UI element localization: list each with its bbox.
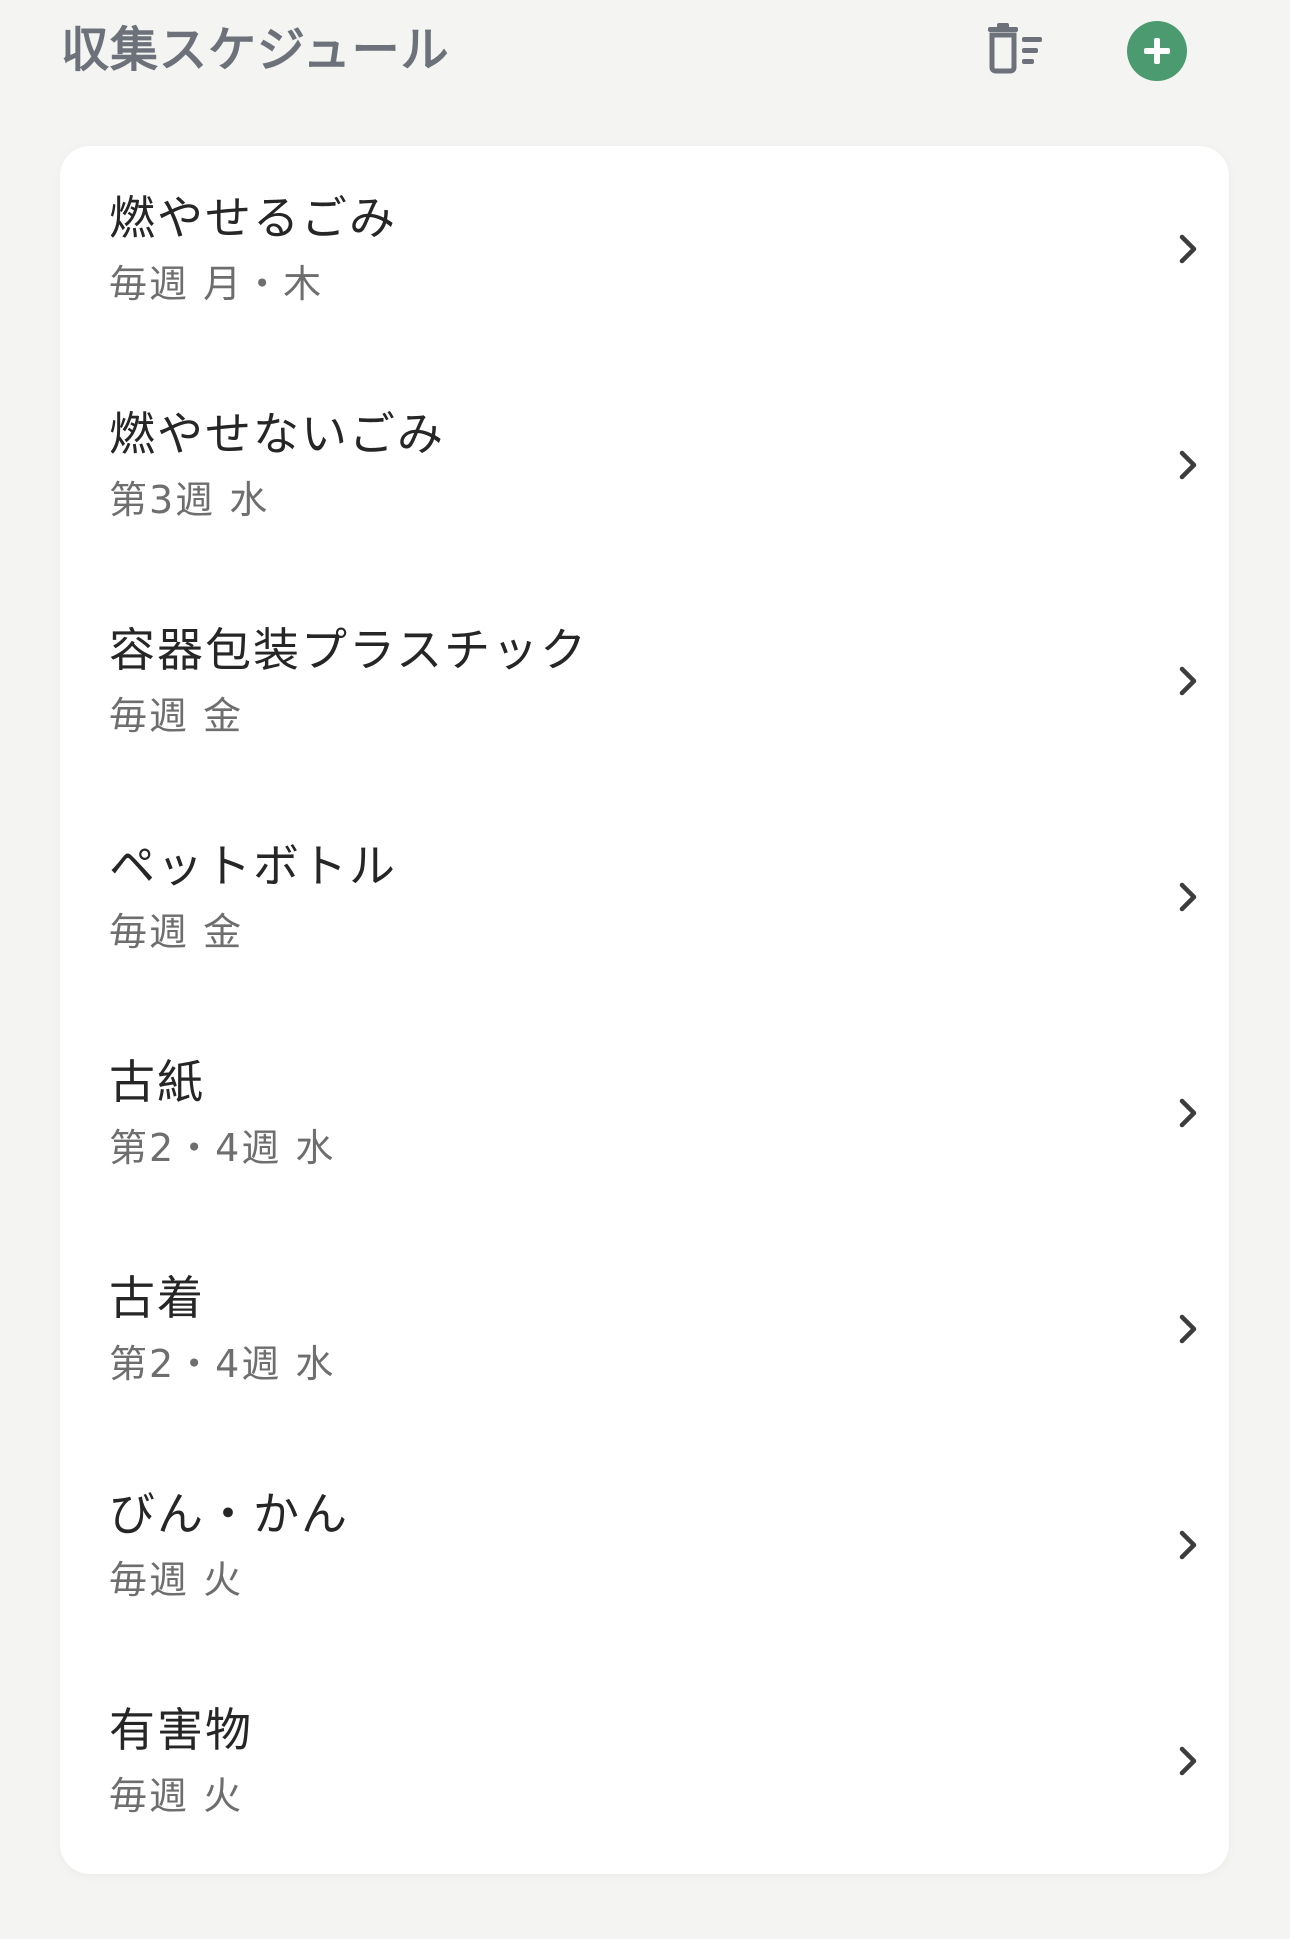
item-name: 古紙 bbox=[109, 1055, 205, 1109]
list-item[interactable]: 古着 第2・4週 水 bbox=[60, 1226, 1229, 1442]
item-schedule: 毎週 火 bbox=[109, 1774, 244, 1818]
chevron-right-icon bbox=[1168, 1093, 1208, 1133]
item-name: 古着 bbox=[109, 1271, 205, 1325]
item-name: 有害物 bbox=[109, 1703, 253, 1757]
item-schedule: 毎週 火 bbox=[109, 1558, 244, 1602]
schedule-list: 燃やせるごみ 毎週 月・木 燃やせないごみ 第3週 水 容器包装プラスチック 毎… bbox=[60, 146, 1229, 1874]
list-item[interactable]: 古紙 第2・4週 水 bbox=[60, 1010, 1229, 1226]
item-name: 容器包装プラスチック bbox=[109, 623, 589, 677]
item-schedule: 第2・4週 水 bbox=[109, 1342, 336, 1386]
add-button[interactable] bbox=[1126, 20, 1188, 82]
chevron-right-icon bbox=[1168, 1741, 1208, 1781]
item-schedule: 毎週 金 bbox=[109, 694, 244, 738]
app-header: 収集スケジュール bbox=[0, 0, 1290, 105]
chevron-right-icon bbox=[1168, 877, 1208, 917]
chevron-right-icon bbox=[1168, 1525, 1208, 1565]
item-schedule: 第2・4週 水 bbox=[109, 1126, 336, 1170]
chevron-right-icon bbox=[1168, 445, 1208, 485]
item-name: 燃やせるごみ bbox=[109, 191, 397, 245]
item-schedule: 第3週 水 bbox=[109, 478, 270, 522]
chevron-right-icon bbox=[1168, 1309, 1208, 1349]
chevron-right-icon bbox=[1168, 229, 1208, 269]
list-item[interactable]: 燃やせるごみ 毎週 月・木 bbox=[60, 146, 1229, 362]
item-name: 燃やせないごみ bbox=[109, 407, 445, 461]
item-schedule: 毎週 金 bbox=[109, 910, 244, 954]
plus-circle-icon bbox=[1127, 21, 1187, 81]
item-schedule: 毎週 月・木 bbox=[109, 262, 324, 306]
list-item[interactable]: 有害物 毎週 火 bbox=[60, 1658, 1229, 1874]
chevron-right-icon bbox=[1168, 661, 1208, 701]
delete-list-icon bbox=[984, 21, 1046, 81]
delete-button[interactable] bbox=[984, 20, 1046, 82]
item-name: ペットボトル bbox=[109, 839, 397, 893]
list-item[interactable]: びん・かん 毎週 火 bbox=[60, 1442, 1229, 1658]
list-item[interactable]: 容器包装プラスチック 毎週 金 bbox=[60, 578, 1229, 794]
page-title: 収集スケジュール bbox=[61, 22, 450, 78]
list-item[interactable]: 燃やせないごみ 第3週 水 bbox=[60, 362, 1229, 578]
item-name: びん・かん bbox=[109, 1487, 349, 1541]
list-item[interactable]: ペットボトル 毎週 金 bbox=[60, 794, 1229, 1010]
